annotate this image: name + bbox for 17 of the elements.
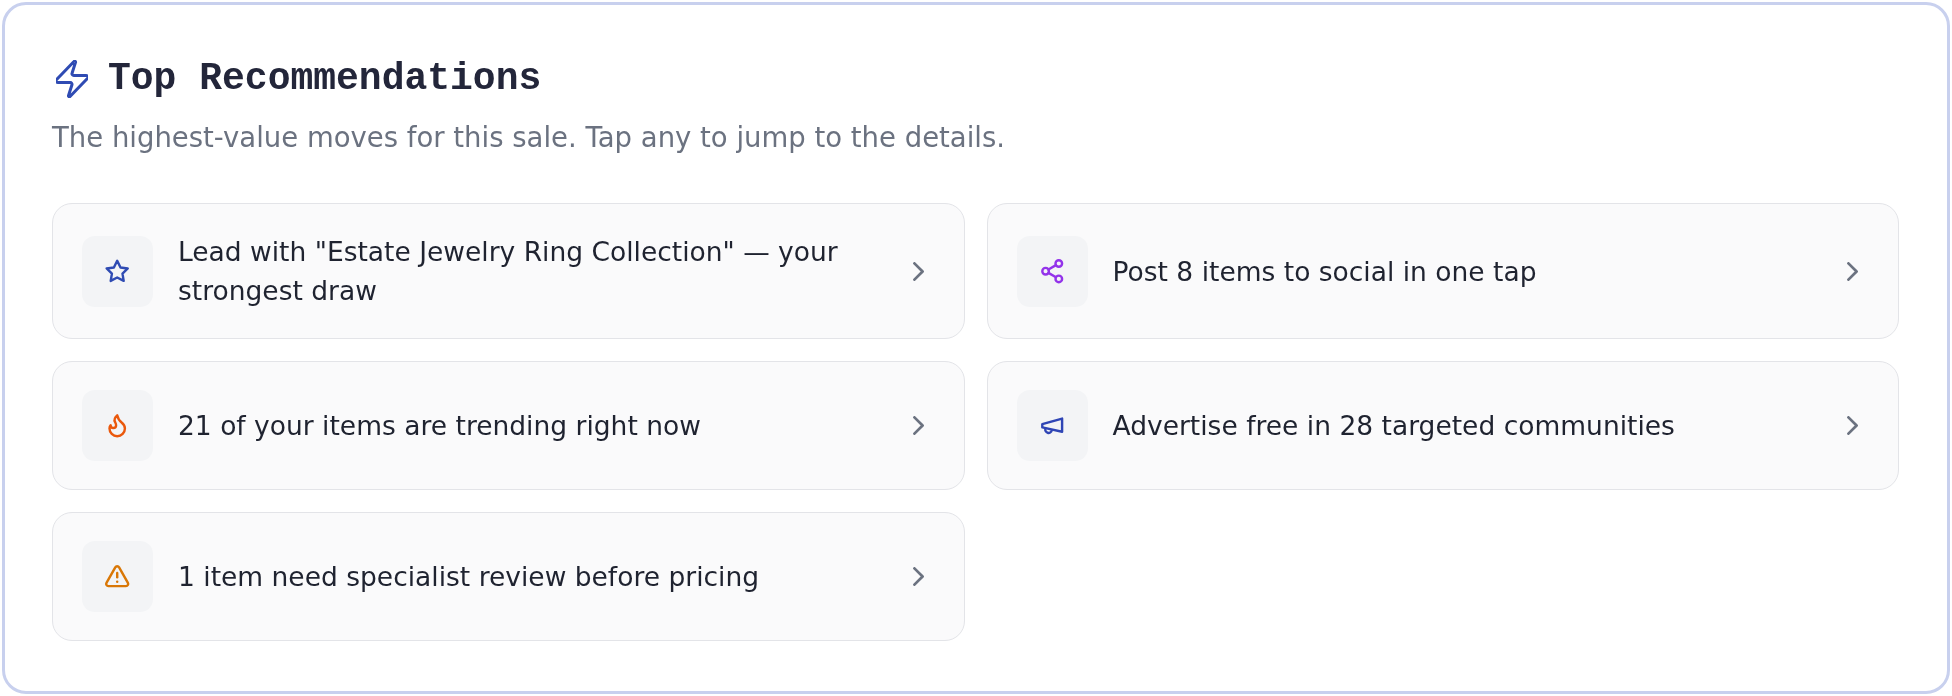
chevron-right-icon [1847,416,1858,435]
megaphone-icon [1016,390,1088,461]
flame-icon [82,390,153,461]
share-icon [1016,235,1088,307]
chevron-right-icon [1847,261,1858,281]
section-title: Top Recommendations [108,57,542,101]
recommendation-card[interactable]: 21 of your items are trending right now [52,361,965,490]
recommendation-card[interactable]: 1 item need specialist review before pricing [52,512,965,641]
chevron-right-icon [912,416,924,435]
chevron-right-icon [912,261,924,281]
chevron-right-icon [912,567,924,586]
section-subtitle: The highest-value moves for this sale. Tap any to jump to the details. [52,121,1007,153]
lightning-icon [56,60,88,98]
recommendation-card[interactable]: Lead with "Estate Jewelry Ring Collection" — your strongest draw [52,203,965,339]
warning-icon [82,541,153,612]
recommendation-card[interactable]: Post 8 items to social in one tap [986,203,1899,339]
recommendation-card[interactable]: Advertise free in 28 targeted communities [986,361,1899,490]
